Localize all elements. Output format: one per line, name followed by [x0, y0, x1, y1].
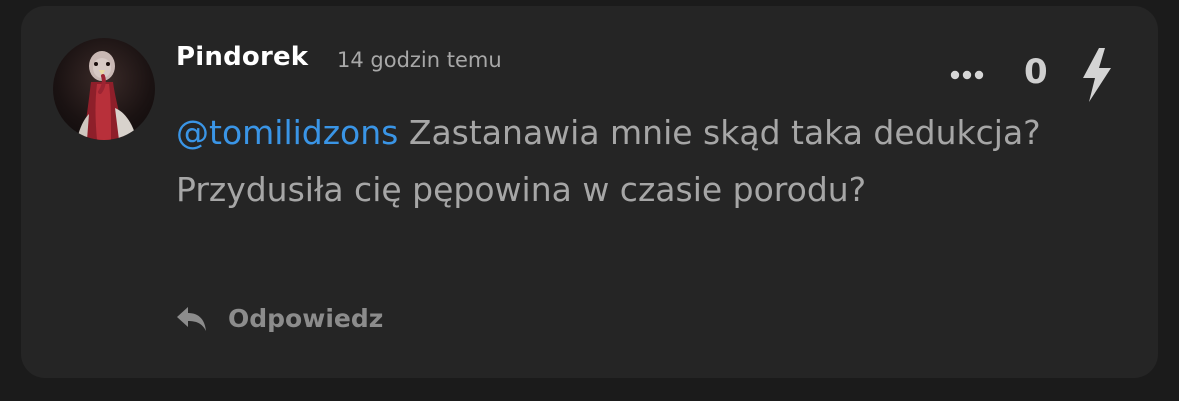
comment-card: Pindorek 14 godzin temu 0 @tomilidzons Z… [21, 6, 1158, 378]
turkey-avatar-icon [77, 51, 137, 140]
vote-score: 0 [1024, 52, 1048, 92]
more-horizontal-icon [950, 70, 984, 80]
comment-timestamp: 14 godzin temu [337, 48, 502, 72]
reply-arrow-icon [177, 306, 206, 331]
comment-body: @tomilidzons Zastanawia mnie skąd taka d… [176, 104, 1076, 218]
vote-button[interactable] [1077, 46, 1115, 104]
reply-label: Odpowiedz [228, 304, 384, 333]
avatar[interactable] [53, 38, 155, 140]
more-options-button[interactable] [947, 64, 987, 86]
author-name[interactable]: Pindorek [176, 42, 308, 72]
lightning-bolt-icon [1083, 48, 1111, 102]
reply-button[interactable]: Odpowiedz [176, 304, 383, 333]
user-mention-link[interactable]: @tomilidzons [176, 113, 398, 152]
